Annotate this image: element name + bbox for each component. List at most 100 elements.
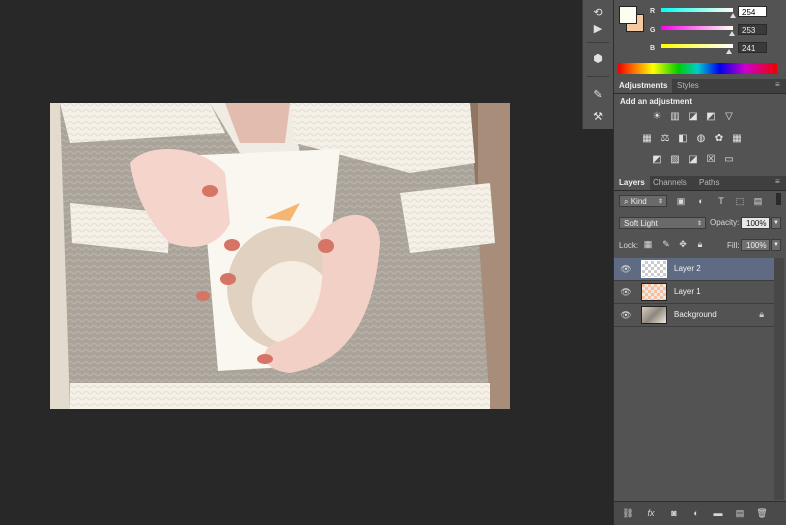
- layer-name[interactable]: Background: [674, 304, 717, 326]
- exposure-icon[interactable]: ◩: [704, 110, 718, 123]
- foreground-color-swatch[interactable]: [619, 6, 637, 24]
- play-icon[interactable]: ▶: [589, 20, 607, 36]
- document-canvas[interactable]: [0, 0, 582, 524]
- vibrance-icon[interactable]: ▽: [722, 110, 736, 123]
- document-photo[interactable]: [50, 103, 510, 409]
- panel-menu-icon[interactable]: ≡: [775, 178, 783, 186]
- adjustment-row-1: ☀ ▥ ◪ ◩ ▽: [650, 110, 736, 123]
- history-icon[interactable]: ⟲: [589, 4, 607, 20]
- eye-icon[interactable]: 👁︎: [620, 286, 632, 298]
- layer-name[interactable]: Layer 2: [674, 258, 701, 280]
- opacity-label: Opacity:: [710, 218, 740, 227]
- adjustment-row-3: ◩ ▨ ◪ ☒ ▭: [650, 153, 736, 166]
- shape-filter-icon[interactable]: ⬚: [734, 196, 746, 207]
- 3d-icon[interactable]: ⬢: [589, 50, 607, 66]
- fx-icon[interactable]: fx: [645, 508, 657, 519]
- b-label: B: [650, 45, 656, 52]
- layers-bottom-bar: ⛓ fx ◙ ◐ ▬ ▤ 🗑︎: [614, 501, 786, 525]
- blend-mode-select[interactable]: Soft Light ⇕: [619, 217, 706, 229]
- red-slider[interactable]: [661, 8, 733, 12]
- gradient-map-icon[interactable]: ▭: [722, 153, 736, 166]
- brush-preset-icon[interactable]: ✎: [589, 86, 607, 102]
- lock-position-icon[interactable]: ✥: [677, 239, 689, 250]
- photo-filter-icon[interactable]: ◍: [694, 132, 708, 145]
- red-slider-thumb[interactable]: [730, 13, 736, 18]
- tab-adjustments[interactable]: Adjustments: [614, 79, 673, 93]
- new-layer-icon[interactable]: ▤: [734, 508, 746, 519]
- blue-slider-thumb[interactable]: [726, 49, 732, 54]
- hue-saturation-icon[interactable]: ▦: [640, 132, 654, 145]
- search-icon: ⌕: [624, 197, 631, 206]
- blue-slider[interactable]: [661, 44, 733, 48]
- curves-icon[interactable]: ◪: [686, 110, 700, 123]
- tab-channels[interactable]: Channels: [648, 176, 692, 190]
- collapsed-panel-strip: ⟲ ▶ ⬢ ✎ ⚒: [582, 0, 614, 129]
- adjustment-icon[interactable]: ◐: [690, 508, 702, 519]
- brightness-icon[interactable]: ☀: [650, 110, 664, 123]
- layer-row-background[interactable]: 👁︎ Background 🔒︎: [614, 304, 774, 327]
- lock-image-icon[interactable]: ✎: [660, 239, 672, 250]
- mask-icon[interactable]: ◙: [668, 508, 680, 519]
- eye-icon[interactable]: 👁︎: [620, 263, 632, 275]
- color-lookup-icon[interactable]: ▦: [730, 132, 744, 145]
- adjustments-heading: Add an adjustment: [620, 97, 693, 106]
- threshold-icon[interactable]: ◪: [686, 153, 700, 166]
- chevron-updown-icon: ⇕: [657, 199, 663, 205]
- blue-value-field[interactable]: 241: [738, 42, 767, 53]
- smart-object-filter-icon[interactable]: ▤: [752, 196, 764, 207]
- filter-kind-select[interactable]: ⌕ Kind ⇕: [619, 195, 667, 207]
- folder-icon[interactable]: ▬: [712, 508, 724, 519]
- layers-scrollbar[interactable]: [774, 258, 784, 500]
- panel-menu-icon[interactable]: ≡: [775, 81, 783, 89]
- red-value-field[interactable]: 254: [738, 6, 767, 17]
- chevron-updown-icon: ⇕: [696, 221, 702, 227]
- layer-thumbnail: [641, 260, 667, 278]
- layer-list: 👁︎ Layer 2 👁︎ Layer 1 👁︎ Background 🔒︎: [614, 258, 786, 500]
- green-value-field[interactable]: 253: [738, 24, 767, 35]
- opacity-dropdown-arrow[interactable]: ▼: [771, 217, 781, 229]
- fill-label: Fill:: [727, 241, 740, 250]
- right-panel-dock: R 254 G 253 B 241 Adjustments Styles ≡ A…: [613, 0, 786, 525]
- lock-icon: 🔒︎: [759, 309, 764, 319]
- photo-image: [50, 103, 510, 409]
- r-label: R: [650, 8, 656, 15]
- adjustment-filter-icon[interactable]: ◐: [695, 196, 707, 207]
- adjustment-row-2: ▦ ⚖ ◧ ◍ ✿ ▦: [640, 132, 744, 145]
- lock-transparency-icon[interactable]: ▦: [642, 239, 654, 250]
- color-panel: R 254 G 253 B 241: [614, 0, 786, 78]
- adjustments-tab-bar: Adjustments Styles ≡: [614, 79, 786, 94]
- trash-icon[interactable]: 🗑︎: [756, 508, 768, 519]
- fill-field[interactable]: 100%: [741, 239, 770, 251]
- lock-all-icon[interactable]: 🔒︎: [694, 239, 706, 250]
- levels-icon[interactable]: ▥: [668, 110, 682, 123]
- color-spectrum-bar[interactable]: [618, 63, 777, 74]
- tab-styles[interactable]: Styles: [672, 79, 704, 93]
- link-icon[interactable]: ⛓: [622, 508, 634, 519]
- layers-tab-bar: Layers Channels Paths ≡: [614, 176, 786, 191]
- lock-label: Lock:: [619, 241, 639, 250]
- tab-paths[interactable]: Paths: [694, 176, 724, 190]
- color-balance-icon[interactable]: ⚖: [658, 132, 672, 145]
- layer-name[interactable]: Layer 1: [674, 281, 701, 303]
- divider: [587, 42, 609, 43]
- tab-layers[interactable]: Layers: [614, 176, 650, 190]
- layer-thumbnail: [641, 283, 667, 301]
- selective-color-icon[interactable]: ☒: [704, 153, 718, 166]
- channel-mixer-icon[interactable]: ✿: [712, 132, 726, 145]
- posterize-icon[interactable]: ▨: [668, 153, 682, 166]
- fill-dropdown-arrow[interactable]: ▼: [771, 239, 781, 251]
- layer-row-layer-1[interactable]: 👁︎ Layer 1: [614, 281, 774, 304]
- type-filter-icon[interactable]: T: [715, 196, 727, 207]
- tool-preset-icon[interactable]: ⚒: [589, 108, 607, 124]
- blend-mode-value: Soft Light: [624, 219, 658, 228]
- invert-icon[interactable]: ◩: [650, 153, 664, 166]
- divider: [587, 76, 609, 77]
- eye-icon[interactable]: 👁︎: [620, 309, 632, 321]
- layer-row-layer-2[interactable]: 👁︎ Layer 2: [614, 258, 774, 281]
- black-white-icon[interactable]: ◧: [676, 132, 690, 145]
- opacity-field[interactable]: 100%: [741, 217, 770, 229]
- pixel-filter-icon[interactable]: ▣: [675, 196, 687, 207]
- green-slider[interactable]: [661, 26, 733, 30]
- filter-toggle[interactable]: [776, 193, 781, 205]
- green-slider-thumb[interactable]: [729, 31, 735, 36]
